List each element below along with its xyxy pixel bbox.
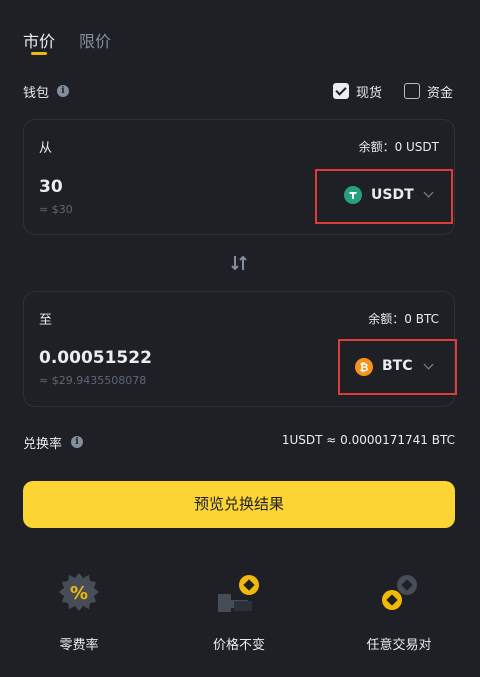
- from-amount-input[interactable]: 30: [39, 177, 63, 197]
- to-approx-value: ≈ $29.9435508078: [39, 374, 147, 387]
- from-label: 从: [39, 141, 53, 156]
- feature-price-lock: 价格不变: [212, 638, 265, 653]
- tab-limit[interactable]: 限价: [79, 28, 111, 52]
- to-label: 至: [39, 313, 53, 328]
- feature-zero-fee: 零费率: [59, 638, 99, 653]
- from-coin-name: USDT: [371, 187, 414, 203]
- any-pair-icon: [382, 575, 417, 610]
- preview-conversion-button[interactable]: 预览兑换结果: [23, 481, 455, 528]
- wallet-label: 钱包: [23, 86, 50, 101]
- tab-market[interactable]: 市价: [23, 28, 55, 52]
- spot-label: 现货: [356, 86, 383, 101]
- btc-icon: ₿: [355, 358, 373, 376]
- info-icon[interactable]: i: [57, 85, 69, 97]
- swap-direction-icon[interactable]: [231, 254, 247, 272]
- percent-badge-icon: %: [59, 573, 99, 611]
- usdt-icon: [344, 186, 362, 204]
- tab-active-indicator: [31, 52, 47, 55]
- info-icon[interactable]: i: [71, 436, 83, 448]
- feature-any-pair: 任意交易对: [366, 638, 432, 653]
- to-amount-value: 0.00051522: [39, 348, 152, 368]
- to-coin-name: BTC: [382, 358, 413, 374]
- from-approx-value: ≈ $30: [39, 203, 73, 216]
- funding-label: 资金: [427, 86, 454, 101]
- rate-label: 兑换率: [23, 437, 63, 452]
- to-balance: 余额：0 BTC: [368, 312, 439, 326]
- svg-text:₿: ₿: [360, 361, 369, 374]
- from-balance: 余额：0 USDT: [358, 140, 439, 154]
- funding-checkbox[interactable]: [404, 83, 420, 99]
- spot-checkbox[interactable]: [333, 83, 349, 99]
- svg-text:%: %: [70, 583, 88, 604]
- rate-value: 1USDT ≈ 0.0000171741 BTC: [281, 433, 455, 447]
- locked-price-icon: [218, 575, 259, 612]
